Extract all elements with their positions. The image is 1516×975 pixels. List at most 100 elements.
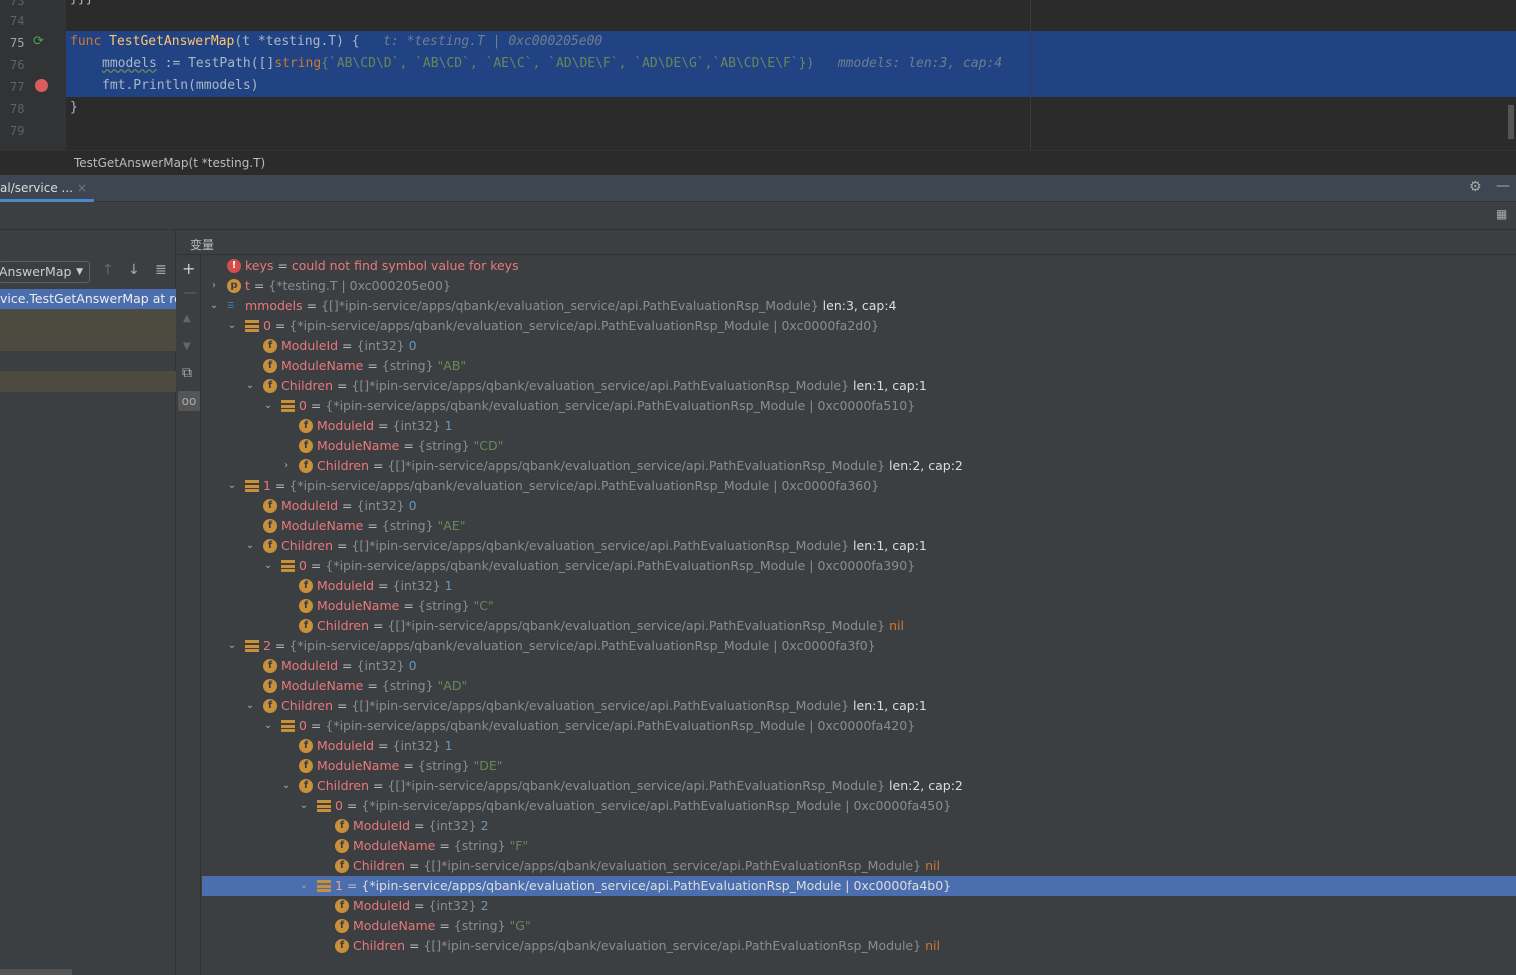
arrow-up-icon[interactable]: ↑ — [102, 262, 114, 278]
tree-row[interactable]: ⌄ f Children = {[]*ipin-service/apps/qbank… — [202, 696, 1516, 716]
frame-item[interactable] — [0, 309, 176, 351]
tree-row[interactable]: f ModuleName = {string} "AB" — [202, 356, 1516, 376]
copy-icon[interactable]: ⧉ — [182, 365, 192, 381]
down-icon[interactable]: ▼ — [183, 341, 191, 352]
tree-row[interactable]: ⌄ 1 = {*ipin-service/apps/qbank/evaluatio… — [202, 476, 1516, 496]
field-icon: f — [263, 539, 277, 553]
field-icon: f — [335, 899, 349, 913]
field-icon: f — [263, 699, 277, 713]
var-length: len:2, cap:2 — [885, 778, 963, 793]
tree-row[interactable]: ! keys = could not find symbol value for … — [202, 256, 1516, 276]
gear-icon[interactable]: ⚙ — [1469, 179, 1482, 195]
chevron-down-icon[interactable]: ⌄ — [244, 376, 256, 396]
watches-glasses-icon[interactable]: oo — [178, 391, 200, 411]
filter-icon[interactable]: ≣ — [155, 262, 167, 278]
plus-icon[interactable]: + — [182, 259, 195, 278]
minus-icon[interactable]: — — [183, 285, 197, 301]
breakpoint-icon[interactable] — [35, 79, 48, 92]
tree-row[interactable]: f ModuleId = {int32} 1 — [202, 736, 1516, 756]
var-name: ModuleName — [317, 598, 400, 613]
chevron-down-icon[interactable]: ⌄ — [262, 556, 274, 576]
close-icon[interactable]: × — [77, 181, 87, 195]
struct-icon — [245, 480, 259, 494]
frame-item[interactable] — [0, 371, 176, 392]
line-number: 76 — [10, 58, 25, 72]
code-line: }}} — [70, 0, 93, 10]
tree-row[interactable]: ⌄ 2 = {*ipin-service/apps/qbank/evaluatio… — [202, 636, 1516, 656]
chevron-down-icon[interactable]: ⌄ — [262, 396, 274, 416]
code-editor[interactable]: 73 74 75 76 77 78 79 ⟳ }}} func TestGetA… — [0, 0, 1516, 150]
breadcrumb[interactable]: TestGetAnswerMap(t *testing.T) — [0, 150, 1516, 175]
tree-row[interactable]: f ModuleName = {string} "AD" — [202, 676, 1516, 696]
chevron-down-icon[interactable]: ⌄ — [244, 696, 256, 716]
chevron-right-icon[interactable]: › — [208, 276, 220, 296]
chevron-down-icon[interactable]: ⌄ — [262, 716, 274, 736]
tree-row[interactable]: ⌄ f Children = {[]*ipin-service/apps/qbank… — [202, 536, 1516, 556]
minimize-icon[interactable]: — — [1496, 178, 1510, 194]
chevron-down-icon[interactable]: ⌄ — [226, 316, 238, 336]
tree-row[interactable]: ⌄ 0 = {*ipin-service/apps/qbank/evaluatio… — [202, 316, 1516, 336]
tree-row[interactable]: f Children = {[]*ipin-service/apps/qbank/… — [202, 616, 1516, 636]
run-test-icon[interactable]: ⟳ — [33, 34, 44, 49]
chevron-down-icon[interactable]: ⌄ — [280, 776, 292, 796]
tree-row[interactable]: f Children = {[]*ipin-service/apps/qbank/… — [202, 936, 1516, 956]
chevron-down-icon[interactable]: ⌄ — [226, 476, 238, 496]
chevron-down-icon[interactable]: ⌄ — [208, 296, 220, 316]
var-type: {*ipin-service/apps/qbank/evaluation_ser… — [325, 558, 916, 573]
var-type: {*ipin-service/apps/qbank/evaluation_ser… — [289, 318, 880, 333]
tree-row[interactable]: ⌄ 0 = {*ipin-service/apps/qbank/evaluatio… — [202, 716, 1516, 736]
tree-row[interactable]: f ModuleId = {int32} 2 — [202, 896, 1516, 916]
up-icon[interactable]: ▲ — [183, 313, 191, 324]
chevron-down-icon[interactable]: ⌄ — [298, 796, 310, 816]
layout-icon[interactable]: ▦ — [1496, 207, 1507, 221]
tree-row[interactable]: f ModuleId = {int32} 0 — [202, 336, 1516, 356]
tree-row-text: 1 = {*ipin-service/apps/qbank/evaluation… — [263, 478, 880, 493]
tree-row[interactable]: ⌄ 0 = {*ipin-service/apps/qbank/evaluatio… — [202, 556, 1516, 576]
tree-row[interactable]: › p t = {*testing.T | 0xc000205e00} — [202, 276, 1516, 296]
tree-row[interactable]: ⌄ f Children = {[]*ipin-service/apps/qbank… — [202, 376, 1516, 396]
tree-row[interactable]: f ModuleId = {int32} 1 — [202, 416, 1516, 436]
var-name: Children — [281, 698, 334, 713]
thread-select[interactable]: AnswerMap ▼ — [0, 261, 90, 283]
field-icon: f — [299, 599, 313, 613]
tree-row[interactable]: f Children = {[]*ipin-service/apps/qbank/… — [202, 856, 1516, 876]
tree-row[interactable]: ⌄ 0 = {*ipin-service/apps/qbank/evaluatio… — [202, 796, 1516, 816]
chevron-down-icon[interactable]: ⌄ — [244, 536, 256, 556]
tree-row[interactable]: ⌄ ☰ mmodels = {[]*ipin-service/apps/qbank/… — [202, 296, 1516, 316]
var-type: {string} — [453, 838, 510, 853]
chevron-down-icon[interactable]: ⌄ — [298, 876, 310, 896]
chevron-down-icon[interactable]: ⌄ — [226, 636, 238, 656]
chevron-right-icon[interactable]: › — [280, 456, 292, 476]
field-icon: f — [299, 439, 313, 453]
tree-row[interactable]: f ModuleId = {int32} 2 — [202, 816, 1516, 836]
tree-row-text: ModuleId = {int32} 1 — [317, 738, 453, 753]
tree-row[interactable]: ⌄ 0 = {*ipin-service/apps/qbank/evaluatio… — [202, 396, 1516, 416]
var-value: "CD" — [473, 438, 504, 453]
var-value: "G" — [509, 918, 531, 933]
tree-row[interactable]: f ModuleId = {int32} 0 — [202, 496, 1516, 516]
tree-row[interactable]: f ModuleName = {string} "C" — [202, 596, 1516, 616]
tree-row[interactable]: ⌄ f Children = {[]*ipin-service/apps/qbank… — [202, 776, 1516, 796]
tree-row-text: t = {*testing.T | 0xc000205e00} — [245, 278, 451, 293]
var-type: {*ipin-service/apps/qbank/evaluation_ser… — [361, 798, 952, 813]
tree-row[interactable]: f ModuleId = {int32} 1 — [202, 576, 1516, 596]
tree-row[interactable]: ⌄ 1 = {*ipin-service/apps/qbank/evaluatio… — [202, 876, 1516, 896]
scrollbar[interactable] — [1508, 105, 1514, 139]
tree-row-text: ModuleId = {int32} 0 — [281, 338, 417, 353]
arrow-down-icon[interactable]: ↓ — [128, 262, 140, 278]
var-value: nil — [925, 858, 940, 873]
var-name: ModuleName — [353, 838, 436, 853]
frame-item[interactable]: vice.TestGetAnswerMap at red — [0, 289, 176, 309]
scrollbar[interactable] — [0, 969, 72, 975]
tree-row[interactable]: f ModuleId = {int32} 0 — [202, 656, 1516, 676]
tab-debug-session[interactable]: al/service ... × — [0, 175, 94, 202]
tree-row[interactable]: f ModuleName = {string} "F" — [202, 836, 1516, 856]
error-message: could not find symbol value for keys — [291, 258, 519, 273]
var-name: 1 — [263, 478, 271, 493]
tree-row[interactable]: f ModuleName = {string} "CD" — [202, 436, 1516, 456]
tree-row[interactable]: › f Children = {[]*ipin-service/apps/qbank… — [202, 456, 1516, 476]
tree-row[interactable]: f ModuleName = {string} "AE" — [202, 516, 1516, 536]
var-name: ModuleId — [281, 498, 339, 513]
tree-row[interactable]: f ModuleName = {string} "DE" — [202, 756, 1516, 776]
tree-row[interactable]: f ModuleName = {string} "G" — [202, 916, 1516, 936]
